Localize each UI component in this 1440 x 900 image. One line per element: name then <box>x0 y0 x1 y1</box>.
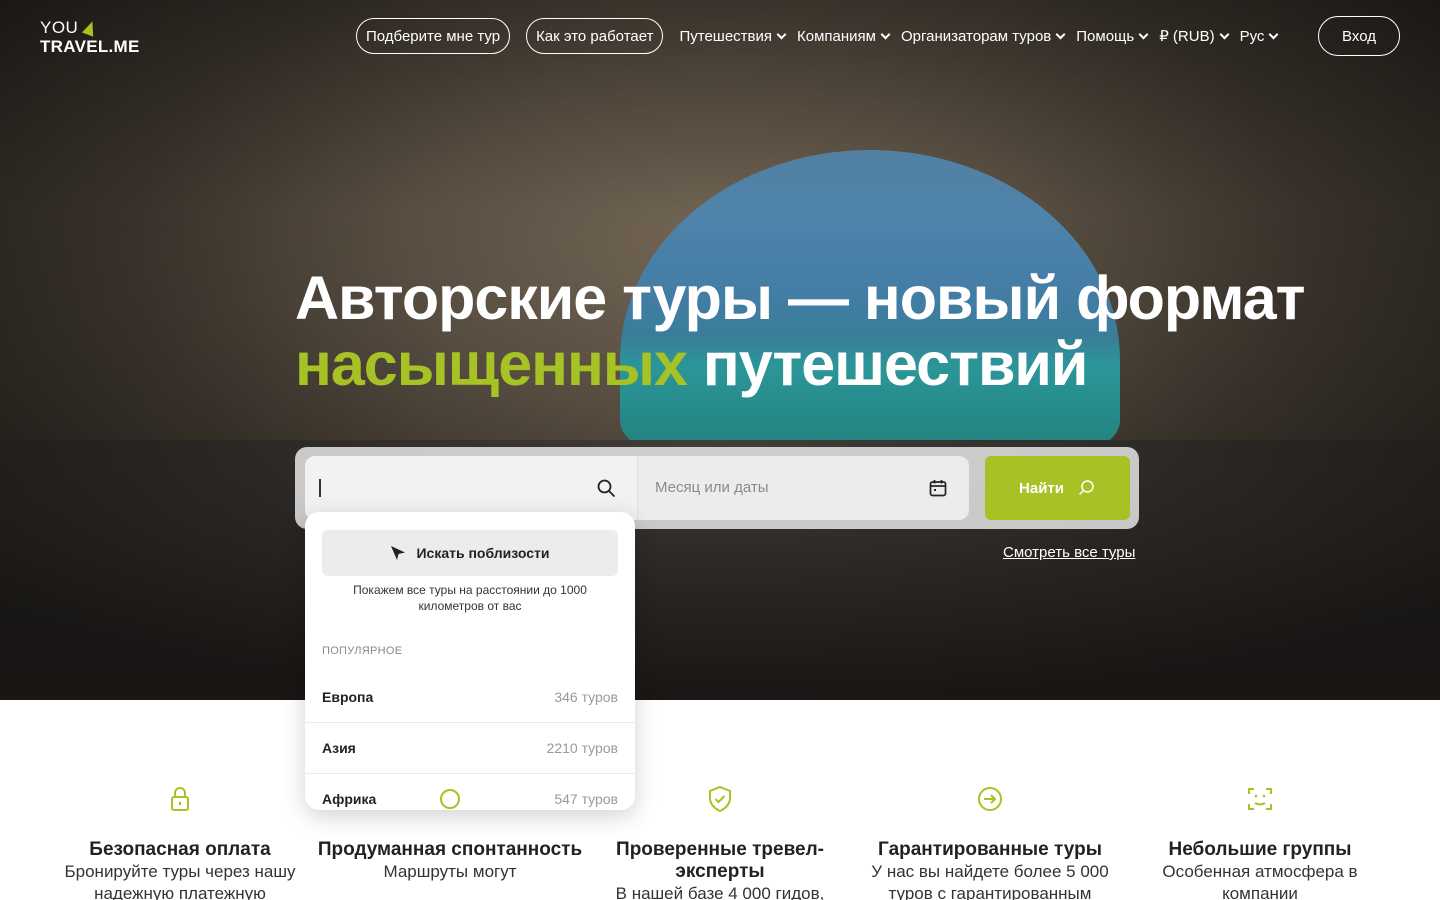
destination-dropdown: Искать поблизости Покажем все туры на ра… <box>305 512 635 810</box>
chevron-down-icon <box>776 29 787 39</box>
feature-small-groups: Небольшие группы Особенная атмосфера в к… <box>1125 784 1395 900</box>
spark-icon <box>440 789 460 809</box>
menu-travels-label: Путешествия <box>679 27 773 45</box>
menu-companies-label: Компаниям <box>797 27 876 45</box>
feature-desc: Маршруты могут <box>383 862 517 881</box>
feature-guaranteed: Гарантированные туры У нас вы найдете бо… <box>855 784 1125 900</box>
pick-tour-button[interactable]: Подберите мне тур <box>356 18 511 54</box>
shield-check-icon <box>709 785 731 813</box>
language-label: Рус <box>1239 27 1265 45</box>
feature-title: Гарантированные туры <box>878 839 1102 860</box>
region-count: 346 туров <box>554 689 618 705</box>
calendar-icon <box>929 480 947 497</box>
search-icon <box>1079 480 1094 495</box>
feature-desc: У нас вы найдете более 5 000 туров с гар… <box>871 862 1109 900</box>
search-nearby-button[interactable]: Искать поблизости <box>322 530 618 576</box>
region-item[interactable]: Европа 346 туров <box>305 672 635 723</box>
headline-rest: путешествий <box>702 330 1089 398</box>
region-name: Европа <box>322 689 374 705</box>
feature-title: Продуманная спонтанность <box>317 839 583 860</box>
headline-line1: Авторские туры — новый формат <box>295 264 1305 332</box>
hero-headline: Авторские туры — новый формат насыщенных… <box>295 265 1305 397</box>
menu-help[interactable]: Помощь <box>1076 27 1149 45</box>
arrow-circle-icon <box>978 787 1002 811</box>
lock-icon <box>171 787 189 811</box>
menu-help-label: Помощь <box>1076 27 1135 45</box>
language-select[interactable]: Рус <box>1239 27 1279 45</box>
feature-desc: Особенная атмосфера в компании <box>1162 862 1358 900</box>
logo-text-you: YOU <box>40 18 79 37</box>
menu-companies[interactable]: Компаниям <box>797 27 891 45</box>
date-placeholder: Месяц или даты <box>655 479 769 496</box>
nearby-hint: Покажем все туры на расстоянии до 1000 к… <box>353 583 587 613</box>
logo-text-travelme: TRAVEL.ME <box>40 37 140 56</box>
date-input[interactable]: Месяц или даты <box>637 456 969 520</box>
region-count: 2210 туров <box>546 740 618 756</box>
all-tours-link[interactable]: Смотреть все туры <box>1003 544 1135 561</box>
find-button-label: Найти <box>1019 479 1064 497</box>
currency-label: ₽ (RUB) <box>1159 28 1215 45</box>
feature-title: Проверенные тревел-эксперты <box>616 839 824 882</box>
feature-spontaneity: Продуманная спонтанность Маршруты могут <box>315 784 585 883</box>
feature-desc: Бронируйте туры через нашу надежную плат… <box>64 862 296 900</box>
logo-arrow-icon <box>82 18 99 37</box>
chevron-down-icon <box>880 29 891 39</box>
region-name: Азия <box>322 740 356 756</box>
menu-organizers-label: Организаторам туров <box>900 27 1052 45</box>
currency-select[interactable]: ₽ (RUB) <box>1159 27 1230 45</box>
feature-secure-payment: Безопасная оплата Бронируйте туры через … <box>45 784 315 900</box>
headline-accent-word: насыщенных <box>295 330 688 398</box>
popular-label: ПОПУЛЯРНОЕ <box>322 645 403 657</box>
chevron-down-icon <box>1268 29 1279 39</box>
feature-experts: Проверенные тревел-эксперты В нашей базе… <box>585 784 855 900</box>
search-icon <box>597 479 615 497</box>
top-nav: Подберите мне тур Как это работает Путеш… <box>356 16 1289 56</box>
feature-desc: В нашей базе 4 000 гидов, <box>615 884 825 900</box>
chevron-down-icon <box>1219 29 1230 39</box>
menu-organizers[interactable]: Организаторам туров <box>900 27 1066 45</box>
chevron-down-icon <box>1138 29 1149 39</box>
chevron-down-icon <box>1055 29 1066 39</box>
destination-input[interactable] <box>305 456 637 520</box>
search-nearby-label: Искать поблизости <box>416 545 550 561</box>
login-button[interactable]: Вход <box>1318 16 1400 56</box>
text-cursor <box>319 479 321 497</box>
face-scan-icon <box>1248 788 1272 810</box>
feature-title: Безопасная оплата <box>89 839 271 860</box>
feature-title: Небольшие группы <box>1168 839 1352 860</box>
menu-travels[interactable]: Путешествия <box>679 27 787 45</box>
site-logo[interactable]: YOU TRAVEL.ME <box>40 18 140 56</box>
how-it-works-button[interactable]: Как это работает <box>526 18 664 54</box>
find-button[interactable]: Найти <box>985 456 1130 520</box>
region-item[interactable]: Азия 2210 туров <box>305 723 635 774</box>
location-arrow-icon <box>391 546 406 560</box>
